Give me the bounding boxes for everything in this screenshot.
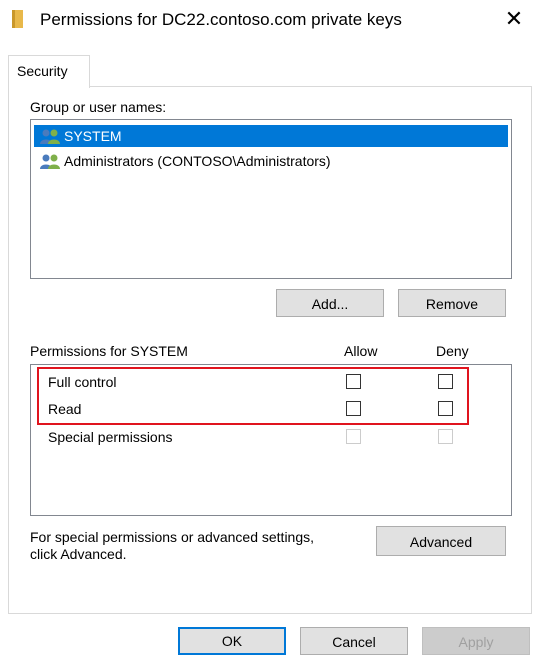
list-item-administrators[interactable]: Administrators (CONTOSO\Administrators) [34,150,508,172]
advanced-button[interactable]: Advanced [376,526,506,556]
special-deny-checkbox [438,429,453,444]
permissions-header: Permissions for SYSTEM [30,343,188,359]
list-item-label: SYSTEM [64,128,122,144]
add-button[interactable]: Add... [276,289,384,317]
tab-security[interactable]: Security [8,55,90,88]
allow-column-header: Allow [344,343,378,359]
users-icon [40,154,60,169]
group-user-list[interactable]: SYSTEM Administrators (CONTOSO\Administr… [30,119,512,279]
folder-icon [12,10,23,28]
title-bar: Permissions for DC22.contoso.com private… [0,0,540,40]
cancel-button[interactable]: Cancel [300,627,408,655]
special-allow-checkbox [346,429,361,444]
list-item-system[interactable]: SYSTEM [34,125,508,147]
apply-button[interactable]: Apply [422,627,530,655]
close-button[interactable]: ✕ [500,5,528,33]
group-names-label: Group or user names: [30,99,167,115]
perm-special-label: Special permissions [48,429,173,445]
advanced-note-line1: For special permissions or advanced sett… [30,529,315,545]
tab-security-label: Security [17,63,68,79]
highlight-frame [37,367,469,425]
users-icon [40,129,60,144]
ok-button[interactable]: OK [178,627,286,655]
remove-button[interactable]: Remove [398,289,506,317]
list-item-label: Administrators (CONTOSO\Administrators) [64,153,331,169]
deny-column-header: Deny [436,343,469,359]
advanced-note-line2: click Advanced. [30,546,127,562]
window-title: Permissions for DC22.contoso.com private… [40,10,402,29]
